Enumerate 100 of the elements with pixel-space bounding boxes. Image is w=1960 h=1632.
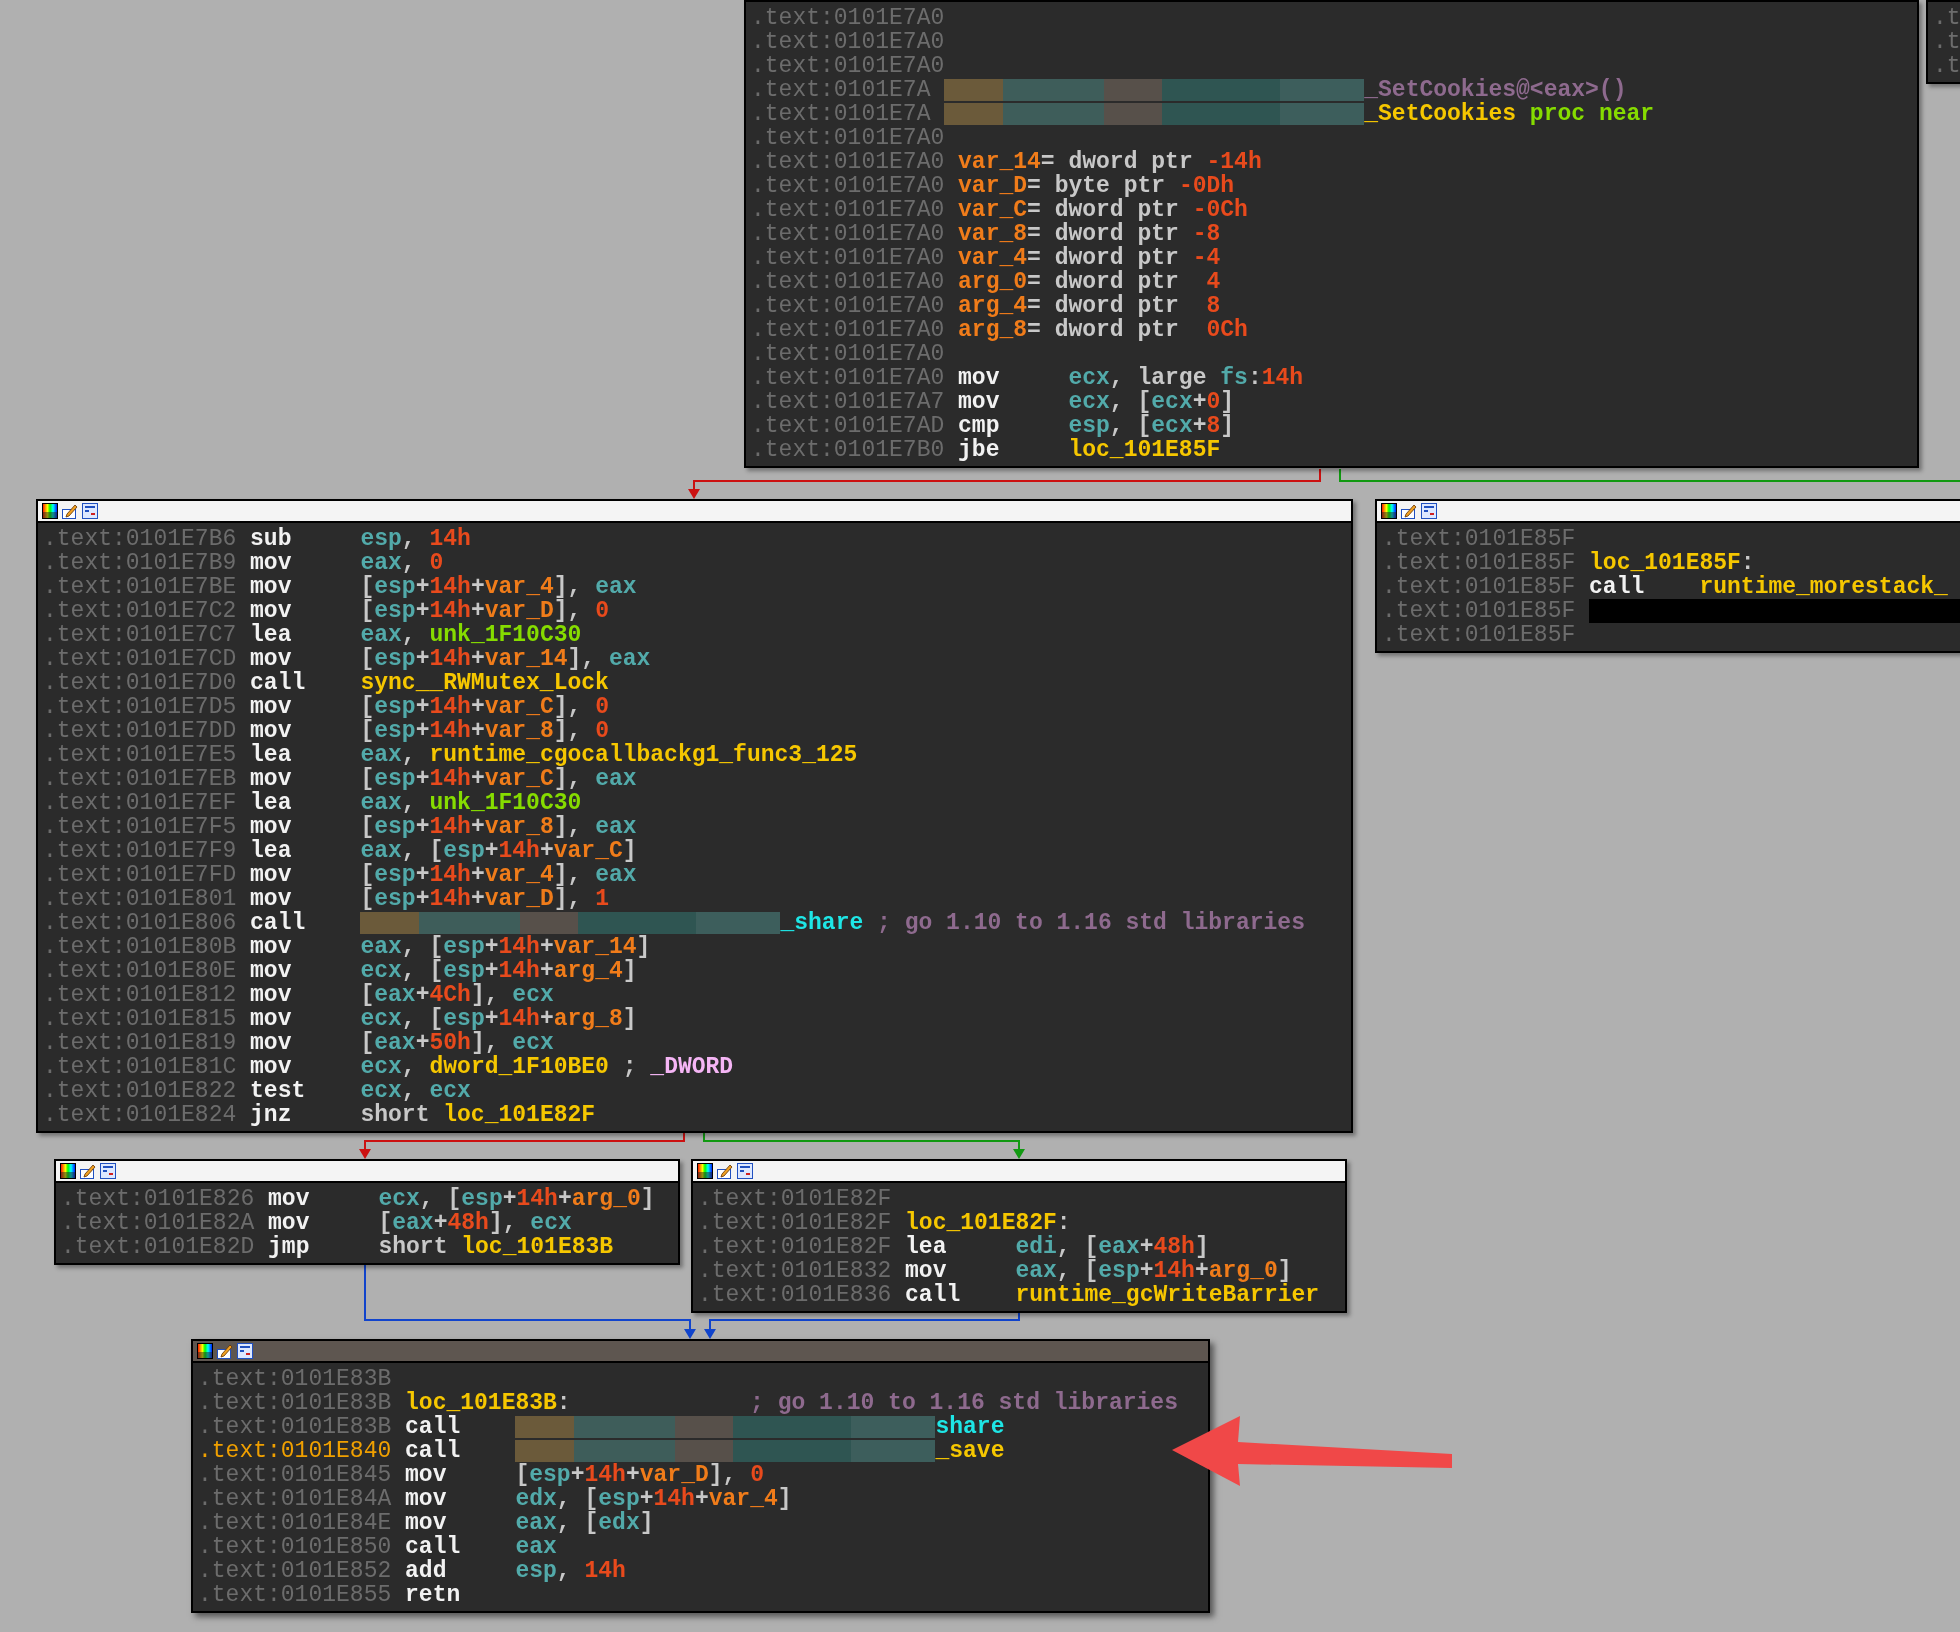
line-address: .text:0101E7A0	[751, 150, 945, 174]
line-address: .text:0101E812	[43, 983, 237, 1007]
line-address: .text:0101E84A	[198, 1487, 392, 1511]
code-text: mov [esp+14h+var_D], 0	[405, 1463, 764, 1487]
line-address: .text:0101E826	[61, 1187, 255, 1211]
graph-icon[interactable]	[1421, 503, 1437, 519]
line-address: .text:0101E7A	[751, 102, 931, 126]
code-text: _SetCookies@<eax>()	[1364, 78, 1627, 102]
code-text: mov [esp+14h+var_8], 0	[250, 719, 609, 743]
code-text: mov [esp+14h+var_14], eax	[250, 647, 651, 671]
code-text: call	[405, 1439, 462, 1463]
line-address: .text:0101E83B	[198, 1367, 392, 1391]
line-address: .text:0101E836	[698, 1283, 892, 1307]
line-address: .text:0101E852	[198, 1559, 392, 1583]
pencil-icon[interactable]	[217, 1343, 233, 1359]
line-address: .text:0101E7A0	[751, 198, 945, 222]
graph-icon[interactable]	[237, 1343, 253, 1359]
code-text: lea edi, [eax+48h]	[905, 1235, 1209, 1259]
code-text: mov [esp+14h+var_4], eax	[250, 863, 637, 887]
code-text: var_8= dword ptr -8	[958, 222, 1221, 246]
code-text: call sync__RWMutex_Lock	[250, 671, 609, 695]
line-address: .text:0101E845	[198, 1463, 392, 1487]
code-text: mov [esp+14h+var_D], 1	[250, 887, 609, 911]
line-address: .t	[1933, 6, 1960, 30]
code-text: mov ecx, [ecx+0]	[958, 390, 1235, 414]
code-text: lea eax, unk_1F10C30	[250, 791, 582, 815]
code-text: var_C= dword ptr -0Ch	[958, 198, 1248, 222]
line-address: .text:0101E7D5	[43, 695, 237, 719]
code-text: call eax	[405, 1535, 557, 1559]
line-address: .text:0101E82F	[698, 1211, 892, 1235]
code-text: lea eax, runtime_cgocallbackg1_func3_125	[250, 743, 858, 767]
pencil-icon[interactable]	[62, 503, 78, 519]
line-address: .text:0101E82A	[61, 1211, 255, 1235]
code-text: retn	[405, 1583, 462, 1607]
graph-icon[interactable]	[737, 1163, 753, 1179]
code-text: _share ; go 1.10 to 1.16 std libraries	[780, 911, 1305, 935]
line-address: .text:0101E7A	[751, 78, 931, 102]
line-address: .text:0101E83B	[198, 1391, 392, 1415]
graph-node[interactable]: .text:0101E826 mov ecx, [esp+14h+arg_0] .text:0101E82A mov [eax+48h], ecx .text:0101E82D jmp short loc_101E83B	[54, 1159, 680, 1265]
palette-icon[interactable]	[697, 1163, 713, 1179]
line-address: .text:0101E822	[43, 1079, 237, 1103]
code-text: mov [esp+14h+var_4], eax	[250, 575, 637, 599]
line-address: .text:0101E7AD	[751, 414, 945, 438]
palette-icon[interactable]	[197, 1343, 213, 1359]
palette-icon[interactable]	[1381, 503, 1397, 519]
line-address: .text:0101E840	[198, 1439, 392, 1463]
code-text: share	[935, 1415, 1005, 1439]
palette-icon[interactable]	[42, 503, 58, 519]
line-address: .t	[1933, 30, 1960, 54]
code-text: _save	[935, 1439, 1005, 1463]
line-address: .text:0101E7F9	[43, 839, 237, 863]
line-address: .text:0101E806	[43, 911, 237, 935]
line-address: .t	[1933, 54, 1960, 78]
code-text: sub esp, 14h	[250, 527, 471, 551]
code-text: call runtime_gcWriteBarrier	[905, 1283, 1320, 1307]
line-address: .text:0101E7F5	[43, 815, 237, 839]
graph-node[interactable]: .text:0101E85F .text:0101E85F loc_101E85F: .text:0101E85F call runtime_morestack_ .text:0101E85F .text:0101E85F	[1375, 499, 1960, 653]
graph-node[interactable]: .text:0101E82F .text:0101E82F loc_101E82F: .text:0101E82F lea edi, [eax+48h] .text:0101E832 mov eax, [esp+14h+arg_0] .text:0101E836 call runtime_gcWriteBarrier	[691, 1159, 1347, 1313]
graph-icon[interactable]	[100, 1163, 116, 1179]
code-text: test ecx, ecx	[250, 1079, 471, 1103]
pencil-icon[interactable]	[1401, 503, 1417, 519]
code-text: jbe loc_101E85F	[958, 438, 1221, 462]
code-text: cmp esp, [ecx+8]	[958, 414, 1235, 438]
code-text: mov [esp+14h+var_C], eax	[250, 767, 637, 791]
pencil-icon[interactable]	[80, 1163, 96, 1179]
line-address: .text:0101E7DD	[43, 719, 237, 743]
graph-node[interactable]	[36, 499, 1353, 1133]
code-text: call	[405, 1415, 462, 1439]
line-address: .text:0101E7FD	[43, 863, 237, 887]
graph-node[interactable]	[744, 0, 1919, 468]
line-address: .text:0101E7D0	[43, 671, 237, 695]
line-address: .text:0101E7A0	[751, 342, 945, 366]
line-address: .text:0101E7B0	[751, 438, 945, 462]
line-address: .text:0101E81C	[43, 1055, 237, 1079]
code-text: loc_101E82F:	[905, 1211, 1071, 1235]
code-text: mov [eax+50h], ecx	[250, 1031, 554, 1055]
line-address: .text:0101E7B6	[43, 527, 237, 551]
line-address: .text:0101E7EB	[43, 767, 237, 791]
line-address: .text:0101E85F	[1382, 599, 1576, 623]
code-text: mov [eax+4Ch], ecx	[250, 983, 554, 1007]
code-text: arg_8= dword ptr 0Ch	[958, 318, 1248, 342]
graph-icon[interactable]	[82, 503, 98, 519]
palette-icon[interactable]	[60, 1163, 76, 1179]
code-text: mov [esp+14h+var_D], 0	[250, 599, 609, 623]
graph-node[interactable]	[191, 1339, 1210, 1613]
line-address: .text:0101E801	[43, 887, 237, 911]
code-text: mov eax, [esp+14h+arg_0]	[905, 1259, 1292, 1283]
code-text: _SetCookies proc near	[1364, 102, 1655, 126]
code-text: mov eax, [esp+14h+var_14]	[250, 935, 651, 959]
code-text: mov ecx, large fs:14h	[958, 366, 1304, 390]
line-address: .text:0101E7E5	[43, 743, 237, 767]
code-text: lea eax, unk_1F10C30	[250, 623, 582, 647]
line-address: .text:0101E7A0	[751, 54, 945, 78]
line-address: .text:0101E850	[198, 1535, 392, 1559]
line-address: .text:0101E7BE	[43, 575, 237, 599]
line-address: .text:0101E7C7	[43, 623, 237, 647]
code-text: add esp, 14h	[405, 1559, 626, 1583]
pencil-icon[interactable]	[717, 1163, 733, 1179]
line-address: .text:0101E83B	[198, 1415, 392, 1439]
line-address: .text:0101E7A0	[751, 366, 945, 390]
